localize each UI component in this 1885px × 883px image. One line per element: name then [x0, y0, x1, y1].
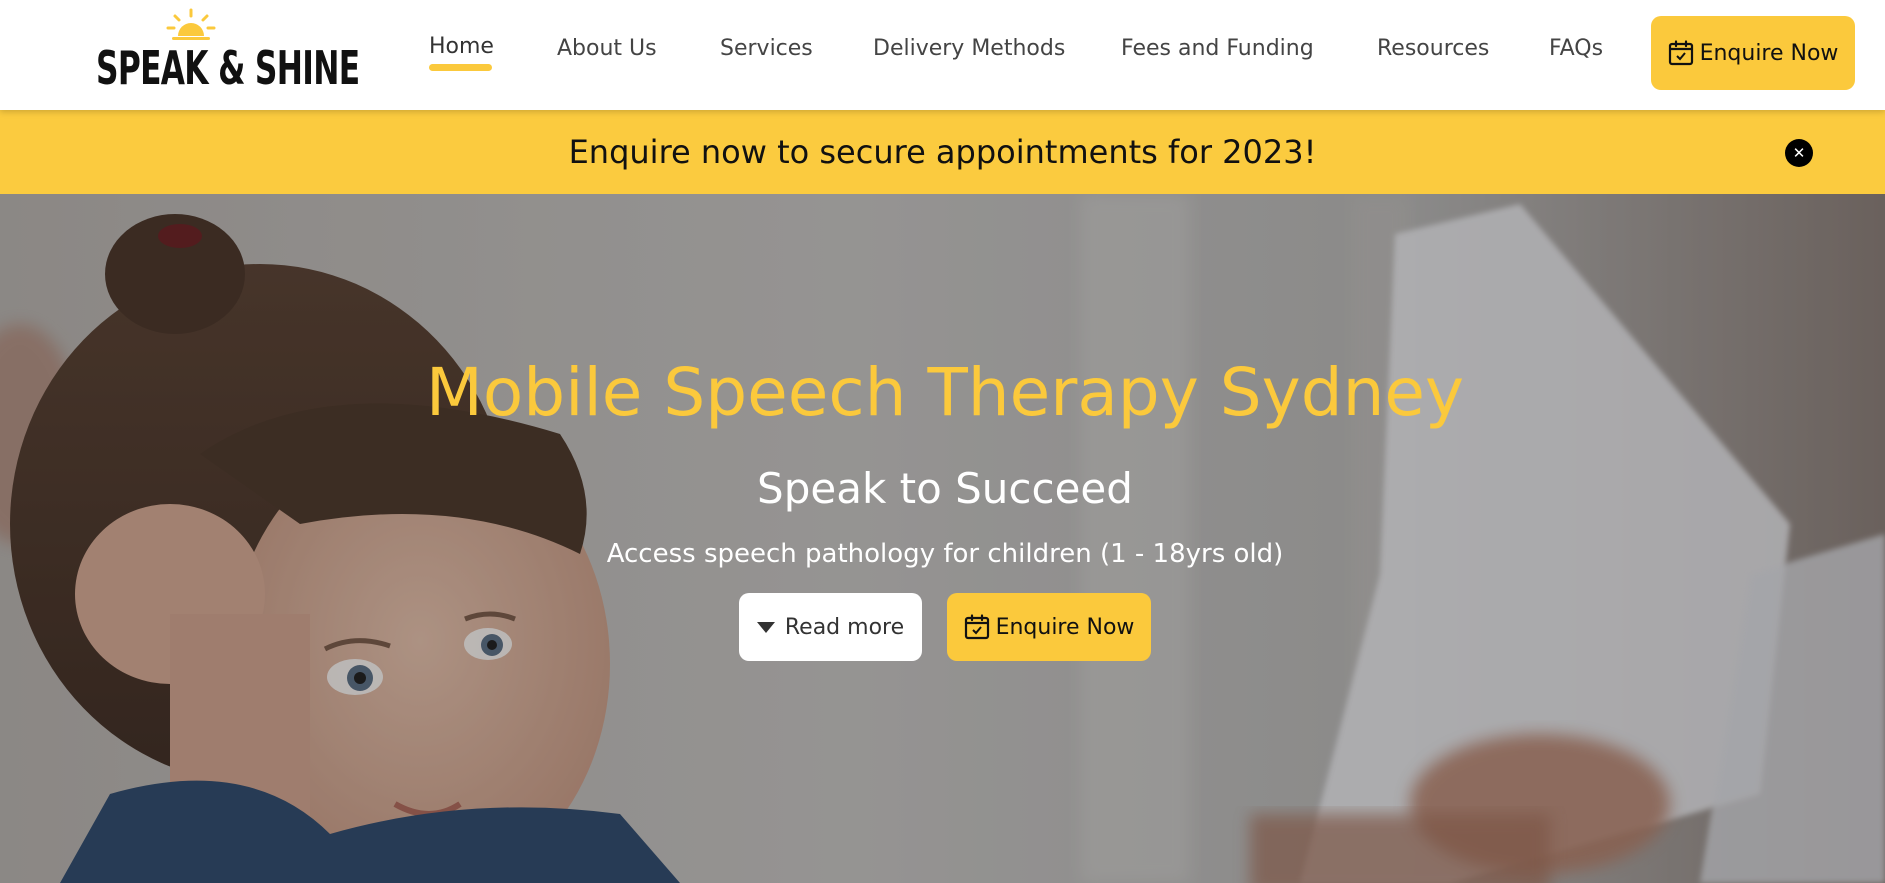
header-enquire-button[interactable]: Enquire Now: [1651, 16, 1855, 90]
hero-enquire-label: Enquire Now: [995, 614, 1135, 640]
hero-subtitle: Speak to Succeed: [757, 464, 1133, 513]
caret-down-icon: [756, 621, 775, 633]
nav-item-about-us[interactable]: About Us: [557, 36, 657, 61]
read-more-button[interactable]: Read more: [739, 593, 922, 661]
nav-item-faqs[interactable]: FAQs: [1549, 36, 1603, 61]
calendar-check-icon: [1668, 40, 1693, 66]
close-icon[interactable]: ✕: [1785, 139, 1813, 167]
hero-section: Mobile Speech Therapy Sydney Speak to Su…: [0, 194, 1885, 883]
nav-item-fees-and-funding[interactable]: Fees and Funding: [1121, 36, 1314, 61]
calendar-check-icon: [964, 614, 989, 640]
announcement-text: Enquire now to secure appointments for 2…: [568, 133, 1317, 171]
nav-item-delivery-methods[interactable]: Delivery Methods: [873, 36, 1065, 61]
nav-active-indicator: [429, 64, 492, 71]
hero-title: Mobile Speech Therapy Sydney: [425, 354, 1465, 431]
read-more-label: Read more: [784, 614, 905, 640]
nav-item-services[interactable]: Services: [720, 36, 813, 61]
site-header: SPEAK & SHINE Home About Us Services Del…: [0, 0, 1885, 110]
nav-item-resources[interactable]: Resources: [1377, 36, 1489, 61]
header-enquire-label: Enquire Now: [1699, 40, 1839, 66]
main-nav: Home About Us Services Delivery Methods …: [0, 0, 1885, 110]
hero-description: Access speech pathology for children (1 …: [606, 539, 1284, 569]
announcement-bar: Enquire now to secure appointments for 2…: [0, 110, 1885, 194]
hero-enquire-button[interactable]: Enquire Now: [947, 593, 1151, 661]
nav-item-home[interactable]: Home: [429, 34, 494, 59]
